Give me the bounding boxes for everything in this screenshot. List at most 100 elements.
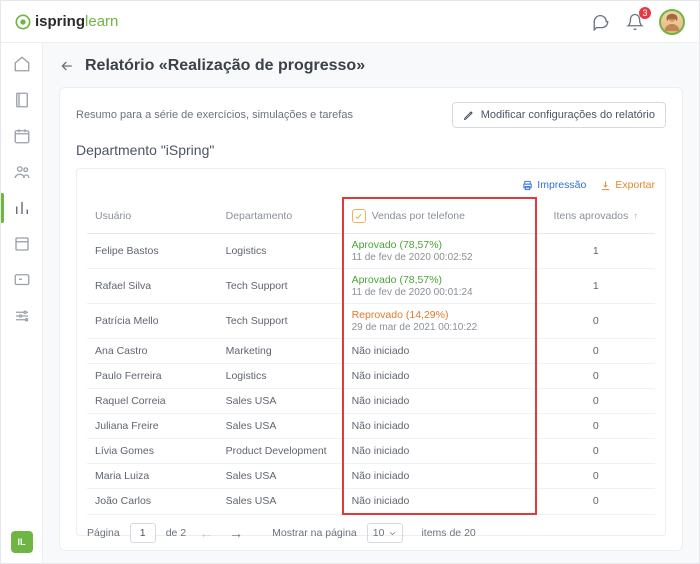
book-icon[interactable] — [11, 89, 33, 111]
logo-icon — [15, 14, 31, 30]
status-text: Não iniciado — [352, 395, 410, 407]
cell-dept: Product Development — [218, 439, 343, 464]
main: Relatório «Realização de progresso» Resu… — [43, 43, 699, 563]
cell-phone: Não iniciado — [343, 489, 536, 515]
cell-user: Ana Castro — [87, 339, 218, 364]
cell-dept: Sales USA — [218, 414, 343, 439]
cell-dept: Sales USA — [218, 464, 343, 489]
status-text: Não iniciado — [352, 445, 410, 457]
topbar: ispring learn 3 — [1, 1, 699, 43]
back-icon[interactable] — [59, 58, 75, 74]
table-row[interactable]: Maria LuizaSales USANão iniciado0 — [87, 464, 655, 489]
next-page-icon[interactable]: → — [226, 525, 246, 541]
status-text: Reprovado (14,29%) — [352, 309, 449, 321]
cell-phone: Reprovado (14,29%)29 de mar de 2021 00:1… — [343, 304, 536, 339]
app-window: ispring learn 3 IL — [0, 0, 700, 564]
col-approved-header[interactable]: Itens aprovados ↑ — [536, 198, 655, 234]
col-phone-header[interactable]: Vendas por telefone — [343, 198, 536, 234]
logo-text-main: ispring — [35, 13, 85, 30]
cell-user: Felipe Bastos — [87, 234, 218, 269]
status-date: 11 de fev de 2020 00:02:52 — [352, 252, 527, 263]
status-text: Não iniciado — [352, 420, 410, 432]
edit-report-button[interactable]: Modificar configurações do relatório — [452, 102, 666, 128]
page-of: de 2 — [166, 527, 186, 539]
cell-approved: 0 — [536, 304, 655, 339]
cell-phone: Não iniciado — [343, 464, 536, 489]
table-row[interactable]: João CarlosSales USANão iniciado0 — [87, 489, 655, 515]
phone-check-icon — [352, 209, 366, 223]
reports-icon[interactable] — [11, 197, 33, 219]
archive-icon[interactable] — [11, 233, 33, 255]
department-title: Departmento "iSpring" — [76, 142, 666, 158]
page-size-select[interactable]: 10 — [367, 523, 404, 543]
page-input[interactable] — [130, 523, 156, 543]
table-row[interactable]: Patrícia MelloTech SupportReprovado (14,… — [87, 304, 655, 339]
status-text: Não iniciado — [352, 370, 410, 382]
table-actions: Impressão Exportar — [87, 179, 655, 191]
home-icon[interactable] — [11, 53, 33, 75]
users-icon[interactable] — [11, 161, 33, 183]
table-row[interactable]: Felipe BastosLogisticsAprovado (78,57%)1… — [87, 234, 655, 269]
cell-user: Rafael Silva — [87, 269, 218, 304]
prev-page-icon: ← — [196, 525, 216, 541]
notif-badge: 3 — [639, 7, 651, 19]
cell-phone: Não iniciado — [343, 414, 536, 439]
summary-text: Resumo para a série de exercícios, simul… — [76, 109, 353, 121]
page-title-row: Relatório «Realização de progresso» — [59, 57, 683, 75]
cell-approved: 0 — [536, 439, 655, 464]
cell-user: Patrícia Mello — [87, 304, 218, 339]
table-row[interactable]: Ana CastroMarketingNão iniciado0 — [87, 339, 655, 364]
export-link[interactable]: Exportar — [600, 179, 655, 191]
bell-icon[interactable]: 3 — [625, 12, 645, 32]
cell-phone: Não iniciado — [343, 364, 536, 389]
calendar-icon[interactable] — [11, 125, 33, 147]
export-label: Exportar — [615, 179, 655, 191]
pencil-icon — [463, 109, 475, 121]
sidebar: IL — [1, 43, 43, 563]
cell-approved: 0 — [536, 414, 655, 439]
pagination: Página de 2 ← → Mostrar na página 10 ite… — [87, 523, 655, 543]
card-top: Resumo para a série de exercícios, simul… — [76, 102, 666, 128]
status-date: 29 de mar de 2021 00:10:22 — [352, 322, 527, 333]
cell-approved: 1 — [536, 234, 655, 269]
show-label: Mostrar na página — [272, 527, 357, 539]
print-icon — [522, 180, 533, 191]
cell-approved: 0 — [536, 339, 655, 364]
status-text: Não iniciado — [352, 470, 410, 482]
col-user-header[interactable]: Usuário — [87, 198, 218, 234]
workspace-badge[interactable]: IL — [11, 531, 33, 553]
body: IL Relatório «Realização de progresso» R… — [1, 43, 699, 563]
product-logo[interactable]: ispring learn — [15, 13, 118, 30]
cell-user: Lívia Gomes — [87, 439, 218, 464]
table-row[interactable]: Juliana FreireSales USANão iniciado0 — [87, 414, 655, 439]
table-row[interactable]: Lívia GomesProduct Development Não inicia… — [87, 439, 655, 464]
cell-dept: Tech Support — [218, 269, 343, 304]
table-row[interactable]: Rafael SilvaTech SupportAprovado (78,57%… — [87, 269, 655, 304]
message-icon[interactable] — [11, 269, 33, 291]
col-dept-header[interactable]: Departamento — [218, 198, 343, 234]
topbar-right: 3 — [591, 9, 685, 35]
chevron-down-icon — [388, 529, 397, 538]
avatar[interactable] — [659, 9, 685, 35]
settings-icon[interactable] — [11, 305, 33, 327]
table-row[interactable]: Raquel CorreiaSales USA Não iniciado 0 — [87, 389, 655, 414]
table-container: Impressão Exportar Usuário Departame — [76, 168, 666, 536]
chat-icon[interactable] — [591, 12, 611, 32]
print-link[interactable]: Impressão — [522, 179, 586, 191]
status-text: Aprovado (78,57%) — [352, 239, 442, 251]
table-row[interactable]: Paulo FerreiraLogisticsNão iniciado0 — [87, 364, 655, 389]
col-phone-label: Vendas por telefone — [372, 210, 465, 222]
cell-approved: 0 — [536, 464, 655, 489]
cell-dept: Sales USA — [218, 389, 343, 414]
export-icon — [600, 180, 611, 191]
print-label: Impressão — [537, 179, 586, 191]
cell-dept: Sales USA — [218, 489, 343, 515]
cell-dept: Tech Support — [218, 304, 343, 339]
cell-phone: Aprovado (78,57%)11 de fev de 2020 00:02… — [343, 234, 536, 269]
cell-dept: Marketing — [218, 339, 343, 364]
cell-approved: 0 — [536, 389, 655, 414]
cell-approved: 1 — [536, 269, 655, 304]
cell-approved: 0 — [536, 364, 655, 389]
cell-user: Raquel Correia — [87, 389, 218, 414]
cell-phone: Aprovado (78,57%)11 de fev de 2020 00:01… — [343, 269, 536, 304]
